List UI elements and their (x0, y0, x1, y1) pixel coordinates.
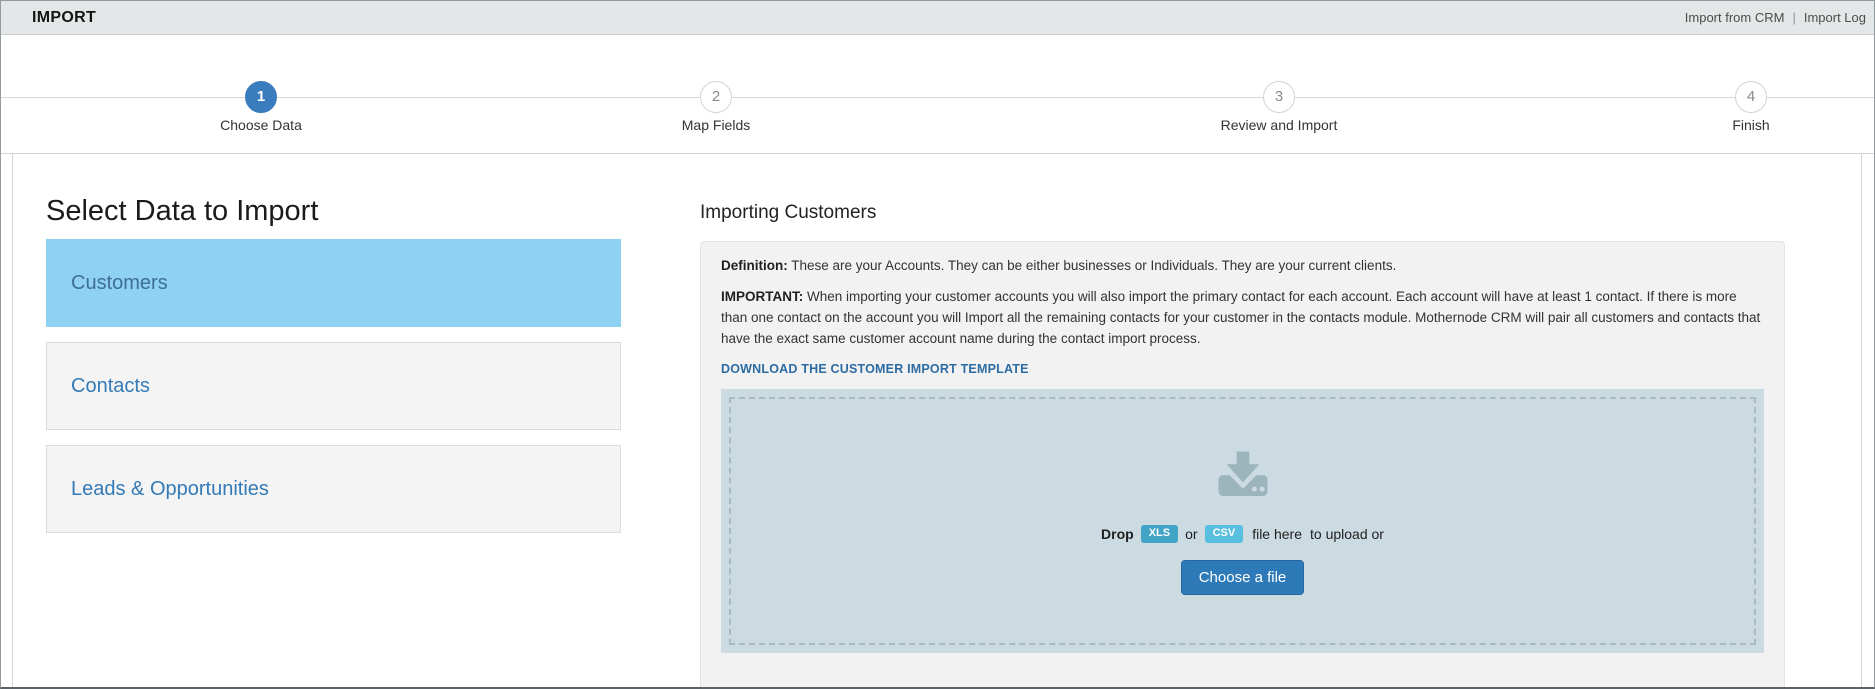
option-leads-opportunities[interactable]: Leads & Opportunities (46, 445, 621, 533)
to-upload-label: to upload or (1310, 526, 1384, 542)
download-template-link[interactable]: DOWNLOAD THE CUSTOMER IMPORT TEMPLATE (721, 362, 1029, 376)
option-leads-opportunities-label: Leads & Opportunities (71, 477, 269, 500)
important-paragraph: IMPORTANT: When importing your customer … (721, 286, 1764, 349)
step-map-fields: 2 Map Fields (606, 81, 826, 133)
download-file-icon (1218, 451, 1267, 496)
main-content: Select Data to Import Customers Contacts… (1, 153, 1874, 687)
important-text: When importing your customer accounts yo… (721, 289, 1761, 346)
dropzone-instruction: Drop XLS or CSV file here to upload or (1101, 525, 1384, 543)
topbar: IMPORT Import from CRM | Import Log (1, 1, 1874, 35)
step-1-label: Choose Data (220, 117, 302, 133)
main-content-inner: Select Data to Import Customers Contacts… (12, 154, 1862, 687)
option-customers[interactable]: Customers (46, 239, 621, 327)
import-from-crm-link[interactable]: Import from CRM (1685, 10, 1785, 25)
option-contacts-label: Contacts (71, 374, 150, 397)
step-review-and-import: 3 Review and Import (1169, 81, 1389, 133)
topbar-link-separator: | (1792, 10, 1796, 25)
step-finish: 4 Finish (1641, 81, 1861, 133)
file-here-label: file here (1252, 526, 1302, 542)
step-4-label: Finish (1732, 117, 1770, 133)
dropzone-dashed-area: Drop XLS or CSV file here to upload or C… (729, 397, 1756, 645)
step-2-indicator: 2 (700, 81, 732, 113)
step-2-label: Map Fields (681, 117, 751, 133)
import-log-link[interactable]: Import Log (1804, 10, 1866, 25)
step-3-indicator: 3 (1263, 81, 1295, 113)
drop-label: Drop (1101, 526, 1134, 542)
topbar-links: Import from CRM | Import Log (1685, 10, 1866, 25)
select-data-heading: Select Data to Import (46, 195, 319, 227)
step-choose-data: 1 Choose Data (151, 81, 371, 133)
step-4-indicator: 4 (1735, 81, 1767, 113)
option-contacts[interactable]: Contacts (46, 342, 621, 430)
wizard-stepper: 1 Choose Data 2 Map Fields 3 Review and … (1, 35, 1874, 153)
definition-paragraph: Definition: These are your Accounts. The… (721, 255, 1764, 276)
important-label: IMPORTANT: (721, 289, 804, 304)
definition-text: These are your Accounts. They can be eit… (787, 258, 1397, 273)
importing-info-panel: Definition: These are your Accounts. The… (700, 241, 1785, 687)
file-dropzone[interactable]: Drop XLS or CSV file here to upload or C… (721, 389, 1764, 653)
or-label: or (1185, 526, 1198, 542)
option-customers-label: Customers (71, 271, 168, 294)
importing-customers-heading: Importing Customers (700, 202, 877, 223)
definition-label: Definition: (721, 258, 788, 273)
choose-file-button[interactable]: Choose a file (1180, 560, 1305, 595)
csv-badge: CSV (1204, 525, 1244, 543)
page-title: IMPORT (32, 8, 97, 26)
step-1-indicator: 1 (245, 81, 277, 113)
step-3-label: Review and Import (1220, 117, 1338, 133)
import-page: IMPORT Import from CRM | Import Log 1 Ch… (0, 0, 1875, 689)
xls-badge: XLS (1140, 525, 1179, 543)
